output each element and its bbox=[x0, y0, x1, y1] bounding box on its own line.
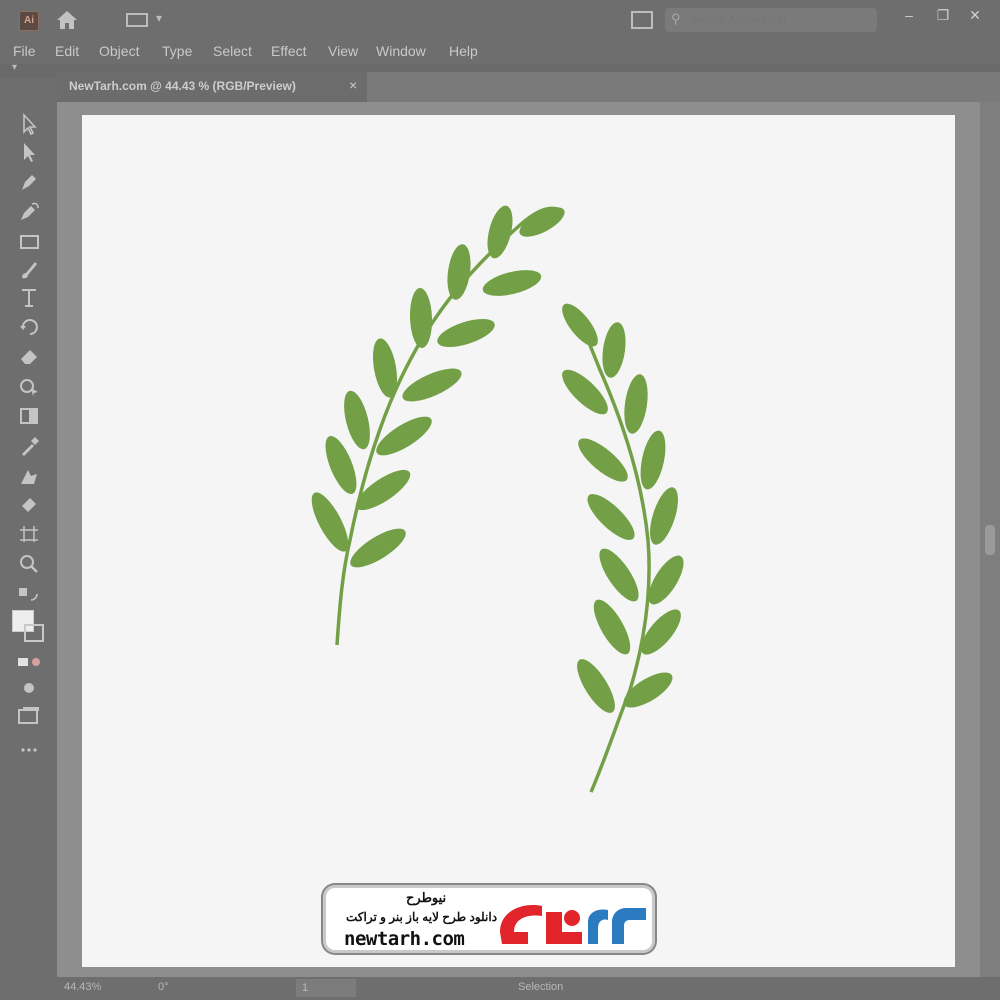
watermark-banner: نیوطرح دانلود طرح لایه باز بنر و تراکت n… bbox=[323, 885, 655, 953]
newtarh-logo bbox=[500, 905, 646, 944]
rotation-value[interactable]: 0° bbox=[158, 981, 169, 993]
right-laurel-branch[interactable] bbox=[556, 298, 690, 793]
laurel-artwork[interactable] bbox=[0, 0, 1000, 1000]
artboard-number[interactable]: 1 bbox=[296, 979, 356, 997]
status-text: Selection bbox=[518, 981, 564, 993]
zoom-level[interactable]: 44.43% bbox=[64, 981, 101, 993]
watermark-brand: نیوطرح bbox=[406, 890, 447, 905]
watermark-url: newtarh.com bbox=[344, 928, 465, 950]
watermark-tagline: دانلود طرح لایه باز بنر و تراکت bbox=[346, 910, 498, 924]
status-bar: 44.43% 0° 1 Selection bbox=[0, 977, 1000, 1000]
left-laurel-branch[interactable] bbox=[305, 201, 569, 646]
